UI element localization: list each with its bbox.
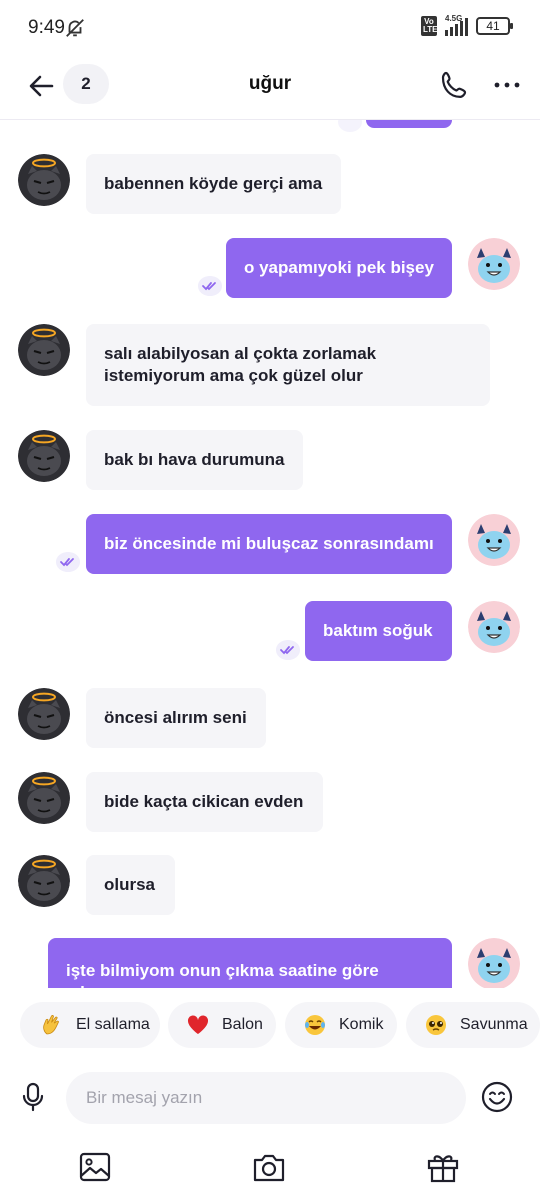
red-heart-icon <box>187 1015 209 1034</box>
tears-of-joy-icon <box>305 1015 325 1035</box>
attachment-bar <box>0 1140 540 1200</box>
blue-monster-avatar-icon <box>468 514 520 566</box>
reaction-label: Komik <box>339 1016 384 1033</box>
battery-icon: 41 <box>476 17 513 35</box>
reaction-label: Savunma <box>460 1016 528 1033</box>
reaction-chip-heart[interactable]: Balon <box>168 1002 276 1048</box>
chat-header: 2 uğur <box>0 56 540 120</box>
signal-bar <box>445 30 448 36</box>
gift-icon[interactable] <box>424 1148 462 1186</box>
composer <box>0 1066 540 1132</box>
devil-cat-avatar-icon <box>18 154 70 206</box>
status-bar: 9:49 Vo LTE 4.5G 41 <box>0 0 540 56</box>
phone-icon[interactable] <box>438 68 472 102</box>
devil-cat-avatar-icon <box>18 855 70 907</box>
signal-bar <box>465 18 468 36</box>
reaction-chip-wave[interactable]: El sallama <box>20 1002 160 1048</box>
message-input[interactable] <box>66 1072 466 1124</box>
signal-bar <box>450 27 453 36</box>
user-avatar[interactable] <box>468 238 520 290</box>
camera-icon[interactable] <box>250 1148 288 1186</box>
blue-monster-avatar-icon <box>468 601 520 653</box>
reaction-label: Balon <box>222 1016 263 1033</box>
gallery-icon[interactable] <box>76 1148 114 1186</box>
contact-avatar[interactable] <box>18 154 70 206</box>
signal-bar <box>460 21 463 36</box>
read-receipt-icon <box>276 640 300 660</box>
contact-name[interactable]: uğur <box>249 73 291 94</box>
contact-avatar[interactable] <box>18 855 70 907</box>
message-bubble-outgoing[interactable]: o yapamıyoki pek bişey <box>226 238 452 298</box>
read-receipt-icon <box>338 120 362 132</box>
reaction-label: El sallama <box>76 1016 150 1033</box>
message-bubble-outgoing[interactable]: biz öncesinde mi buluşcaz sonrasındamı <box>86 514 452 574</box>
read-receipt-icon <box>198 276 222 296</box>
contact-avatar[interactable] <box>18 688 70 740</box>
waving-hand-icon <box>43 1015 59 1035</box>
user-avatar[interactable] <box>468 938 520 988</box>
message-bubble-incoming[interactable]: salı alabilyosan al çokta zorlamak istem… <box>86 324 490 406</box>
reaction-chip-pleading[interactable]: Savunma <box>406 1002 540 1048</box>
chat-screen: 9:49 Vo LTE 4.5G 41 2 uğur babennen köyd… <box>0 0 540 1200</box>
message-bubble-outgoing[interactable]: işte bilmiyom onun çıkma saatine göre çı… <box>48 938 452 988</box>
contact-avatar[interactable] <box>18 772 70 824</box>
quick-reactions-bar: El sallama Balon Komik Savunma <box>0 1000 540 1052</box>
devil-cat-avatar-icon <box>18 324 70 376</box>
bell-off-icon <box>66 19 84 37</box>
pleading-face-icon <box>426 1015 446 1035</box>
message-bubble-incoming[interactable]: olursa <box>86 855 175 915</box>
user-avatar[interactable] <box>468 601 520 653</box>
more-options-icon[interactable] <box>490 68 524 102</box>
back-arrow-icon[interactable] <box>24 68 60 104</box>
blue-monster-avatar-icon <box>468 938 520 988</box>
reaction-chip-funny[interactable]: Komik <box>285 1002 397 1048</box>
microphone-icon[interactable] <box>16 1080 50 1114</box>
signal-bar <box>455 24 458 36</box>
devil-cat-avatar-icon <box>18 688 70 740</box>
emoji-picker-icon[interactable] <box>480 1080 514 1114</box>
user-avatar[interactable] <box>468 514 520 566</box>
contact-avatar[interactable] <box>18 324 70 376</box>
message-bubble-outgoing[interactable]: baktım soğuk <box>305 601 452 661</box>
status-time: 9:49 <box>28 17 65 38</box>
volte-badge: Vo LTE <box>421 16 438 36</box>
message-bubble-incoming[interactable]: bide kaçta cikican evden <box>86 772 323 832</box>
signal-icon: 4.5G <box>445 14 468 36</box>
devil-cat-avatar-icon <box>18 430 70 482</box>
status-indicators: Vo LTE 4.5G 41 <box>421 14 513 36</box>
read-receipt-icon <box>56 552 80 572</box>
unread-count-badge[interactable]: 2 <box>63 64 109 104</box>
message-list[interactable]: babennen köyde gerçi ama o yapamıyoki pe… <box>0 120 540 988</box>
battery-level: 41 <box>486 19 500 33</box>
message-bubble-incoming[interactable]: bak bı hava durumuna <box>86 430 303 490</box>
devil-cat-avatar-icon <box>18 772 70 824</box>
network-type: 4.5G <box>445 14 463 23</box>
blue-monster-avatar-icon <box>468 238 520 290</box>
message-bubble-partial[interactable] <box>366 120 452 128</box>
message-bubble-incoming[interactable]: öncesi alırım seni <box>86 688 266 748</box>
contact-avatar[interactable] <box>18 430 70 482</box>
message-bubble-incoming[interactable]: babennen köyde gerçi ama <box>86 154 341 214</box>
